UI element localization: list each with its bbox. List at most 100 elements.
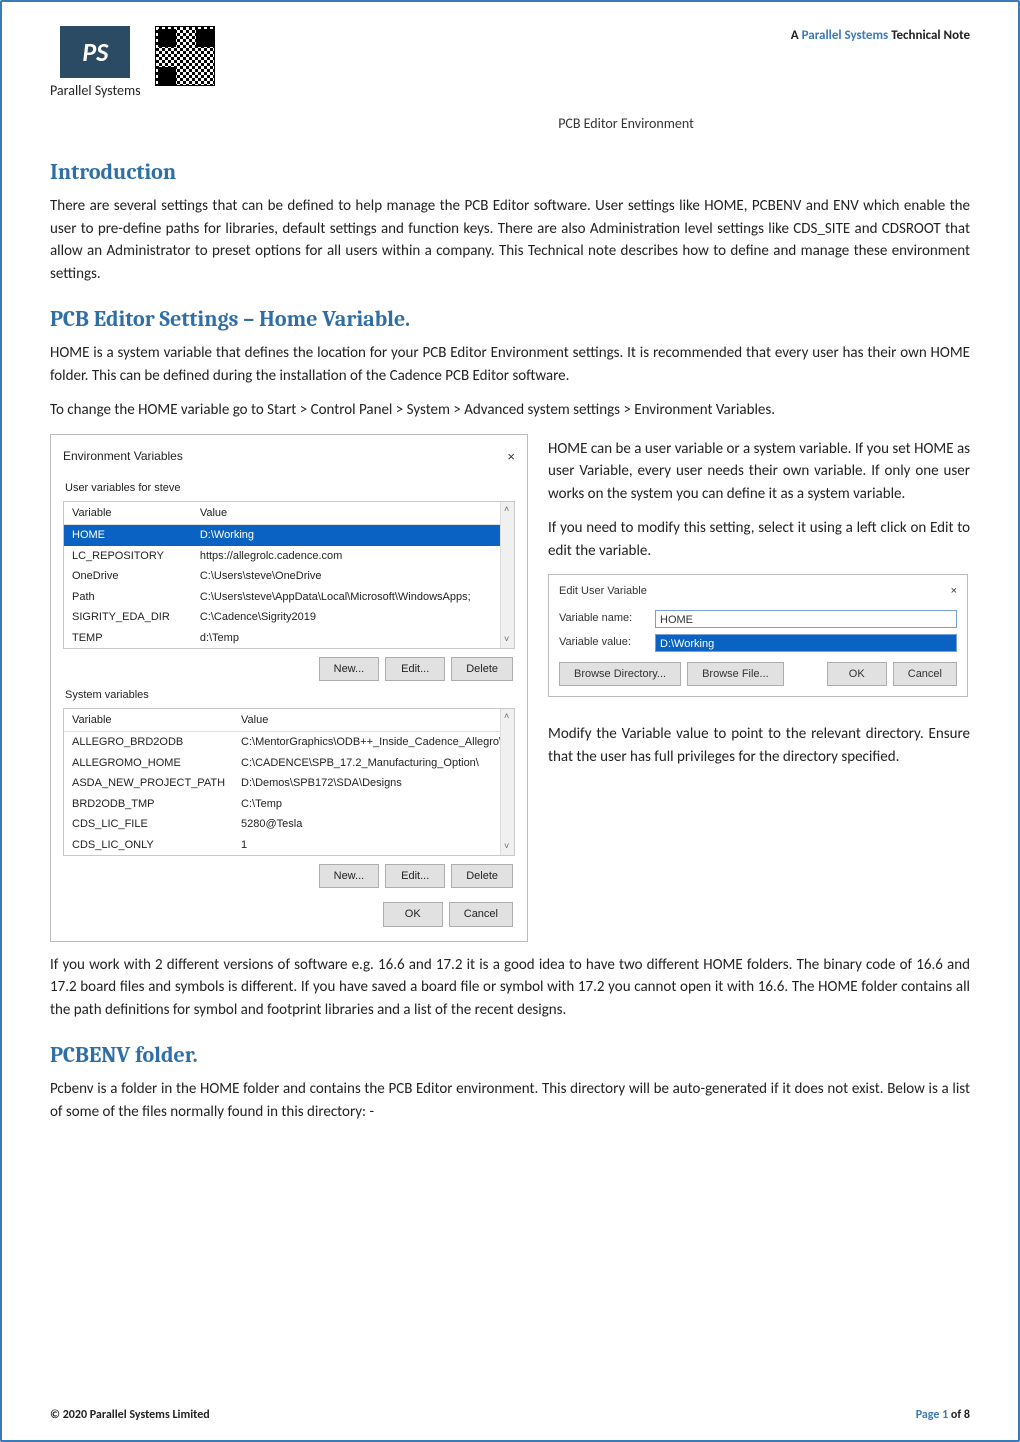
home-side-paragraph-1: HOME can be a user variable or a system … <box>548 438 970 506</box>
variable-value-cell: 1 <box>233 835 515 856</box>
variable-name-cell: TMP <box>64 648 192 649</box>
delete-button[interactable]: Delete <box>451 864 513 889</box>
document-subtitle: PCB Editor Environment <box>282 113 970 134</box>
variable-name-cell: ALLEGROMO_HOME <box>64 753 233 774</box>
new-button[interactable]: New... <box>319 864 380 889</box>
cancel-button[interactable]: Cancel <box>449 902 513 927</box>
column-variable[interactable]: Variable <box>64 709 233 732</box>
variable-name-cell: LC_REPOSITORY <box>64 546 192 567</box>
home-side-paragraph-3: Modify the Variable value to point to th… <box>548 723 970 768</box>
dialog-title: Edit User Variable <box>559 583 647 600</box>
variable-name-cell: Path <box>64 587 192 608</box>
table-row[interactable]: ALLEGROMO_HOMEC:\CADENCE\SPB_17.2_Manufa… <box>64 753 515 774</box>
table-row[interactable]: OneDriveC:\Users\steve\OneDrive <box>64 566 514 587</box>
copyright-text: © 2020 Parallel Systems Limited <box>50 1406 210 1424</box>
environment-variables-dialog: Environment Variables × User variables f… <box>50 434 528 942</box>
home-side-paragraph-2: If you need to modify this setting, sele… <box>548 517 970 562</box>
variable-value-cell: C:\Temp <box>233 794 515 815</box>
variable-name-cell: ALLEGRO_BRD2ODB <box>64 732 233 753</box>
variable-value-cell: C:\CADENCE\SPB_17.2_Manufacturing_Option… <box>233 753 515 774</box>
pcbenv-paragraph: Pcbenv is a folder in the HOME folder an… <box>50 1078 970 1123</box>
logo-badge: PS <box>60 26 130 78</box>
browse-directory-button[interactable]: Browse Directory... <box>559 662 681 687</box>
variable-value-cell: C:\Users\steve\AppData\Local\Microsoft\W… <box>192 587 514 608</box>
variable-value-cell: 5280@Tesla <box>233 814 515 835</box>
intro-paragraph: There are several settings that can be d… <box>50 195 970 285</box>
variable-value-cell: d:\Temp <box>192 628 514 649</box>
variable-value-cell: 1 <box>233 855 515 856</box>
variable-name-cell: TEMP <box>64 628 192 649</box>
column-value[interactable]: Value <box>233 709 515 732</box>
table-row[interactable]: CDS_SDA_HIGH_DPI1 <box>64 855 515 856</box>
column-variable[interactable]: Variable <box>64 502 192 525</box>
qr-code-icon <box>155 26 215 86</box>
variable-name-label: Variable name: <box>559 610 645 627</box>
table-row[interactable]: TEMPd:\Temp <box>64 628 514 649</box>
chevron-up-icon[interactable]: ˄ <box>504 710 509 724</box>
technical-note-label: A Parallel Systems Technical Note <box>791 26 970 46</box>
table-row[interactable]: LC_REPOSITORYhttps://allegrolc.cadence.c… <box>64 546 514 567</box>
variable-name-cell: CDS_LIC_FILE <box>64 814 233 835</box>
variable-value-cell: C:\MentorGraphics\ODB++_Inside_Cadence_A… <box>233 732 515 753</box>
home-paragraph-2: To change the HOME variable go to Start … <box>50 399 970 422</box>
dialog-title: Environment Variables <box>63 447 183 467</box>
table-row[interactable]: ALLEGRO_BRD2ODBC:\MentorGraphics\ODB++_I… <box>64 732 515 753</box>
variable-name-input[interactable]: HOME <box>655 610 957 628</box>
scrollbar[interactable]: ˄ ˅ <box>500 502 514 648</box>
variable-name-cell: ASDA_NEW_PROJECT_PATH <box>64 773 233 794</box>
home-after-paragraph: If you work with 2 different versions of… <box>50 954 970 1022</box>
ok-button[interactable]: OK <box>827 662 887 687</box>
heading-pcbenv: PCBENV folder. <box>50 1039 970 1072</box>
column-value[interactable]: Value <box>192 502 514 525</box>
variable-name-cell: SIGRITY_EDA_DIR <box>64 607 192 628</box>
close-icon[interactable]: × <box>951 583 957 600</box>
variable-value-cell: C:\Users\steve\OneDrive <box>192 566 514 587</box>
parallel-systems-logo: PS Parallel Systems <box>50 26 141 101</box>
variable-value-cell: D:\Working <box>192 525 514 546</box>
table-row[interactable]: PathC:\Users\steve\AppData\Local\Microso… <box>64 587 514 608</box>
table-row[interactable]: CDS_LIC_ONLY1 <box>64 835 515 856</box>
ok-button[interactable]: OK <box>383 902 443 927</box>
cancel-button[interactable]: Cancel <box>893 662 957 687</box>
tech-note-prefix: A <box>791 28 802 43</box>
variable-name-cell: BRD2ODB_TMP <box>64 794 233 815</box>
page-label: Page <box>916 1408 942 1422</box>
tech-note-suffix: Technical Note <box>888 28 970 43</box>
page-of: of <box>948 1408 964 1422</box>
table-row[interactable]: SIGRITY_EDA_DIRC:\Cadence\Sigrity2019 <box>64 607 514 628</box>
close-icon[interactable]: × <box>507 447 515 467</box>
variable-value-cell: C:\Cadence\Sigrity2019 <box>192 607 514 628</box>
variable-value-cell: D:\Demos\SPB172\SDA\Designs <box>233 773 515 794</box>
delete-button[interactable]: Delete <box>451 657 513 682</box>
table-row[interactable]: ASDA_NEW_PROJECT_PATHD:\Demos\SPB172\SDA… <box>64 773 515 794</box>
table-row[interactable]: HOMED:\Working <box>64 525 514 546</box>
table-row[interactable]: CDS_LIC_FILE5280@Tesla <box>64 814 515 835</box>
page-footer: © 2020 Parallel Systems Limited Page 1 o… <box>50 1406 970 1424</box>
variable-value-input[interactable]: D:\Working <box>655 634 957 652</box>
user-variables-group-label: User variables for steve <box>65 480 515 497</box>
system-variables-group-label: System variables <box>65 687 515 704</box>
heading-home-variable: PCB Editor Settings – Home Variable. <box>50 303 970 336</box>
edit-button[interactable]: Edit... <box>385 657 445 682</box>
browse-file-button[interactable]: Browse File... <box>687 662 784 687</box>
edit-button[interactable]: Edit... <box>385 864 445 889</box>
user-variables-table: Variable Value HOMED:\WorkingLC_REPOSITO… <box>63 501 515 649</box>
logo-group: PS Parallel Systems <box>50 26 215 101</box>
variable-name-cell: CDS_LIC_ONLY <box>64 835 233 856</box>
variable-name-cell: OneDrive <box>64 566 192 587</box>
new-button[interactable]: New... <box>319 657 380 682</box>
chevron-down-icon[interactable]: ˅ <box>504 840 509 854</box>
system-variables-table: Variable Value ALLEGRO_BRD2ODBC:\MentorG… <box>63 708 515 856</box>
heading-introduction: Introduction <box>50 156 970 189</box>
page-total: 8 <box>964 1408 970 1422</box>
variable-name-cell: CDS_SDA_HIGH_DPI <box>64 855 233 856</box>
logo-label: Parallel Systems <box>50 80 141 101</box>
scrollbar[interactable]: ˄ ˅ <box>500 709 514 855</box>
table-row[interactable]: TMPd:\Temp <box>64 648 514 649</box>
chevron-up-icon[interactable]: ˄ <box>504 503 509 517</box>
page-number: Page 1 of 8 <box>916 1406 970 1424</box>
tech-note-brand: Parallel Systems <box>802 28 889 43</box>
chevron-down-icon[interactable]: ˅ <box>504 633 509 647</box>
table-row[interactable]: BRD2ODB_TMPC:\Temp <box>64 794 515 815</box>
page-header: PS Parallel Systems A Parallel Systems T… <box>50 26 970 101</box>
